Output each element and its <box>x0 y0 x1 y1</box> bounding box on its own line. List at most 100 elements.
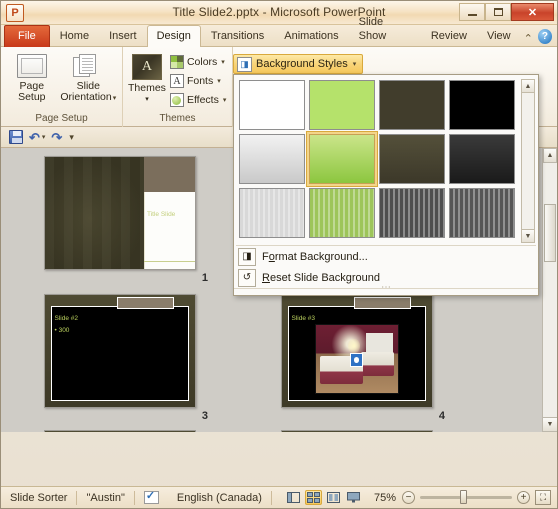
reset-background-icon: ↺ <box>238 268 256 287</box>
slide-thumbnail-3[interactable]: Slide #2 • 300 3 <box>1 294 238 422</box>
background-swatch-10[interactable] <box>309 188 375 238</box>
normal-view-button[interactable] <box>285 490 302 505</box>
background-swatch-4[interactable] <box>449 80 515 130</box>
reading-view-button[interactable] <box>325 490 342 505</box>
status-view-name: Slide Sorter <box>10 491 68 504</box>
background-swatch-7[interactable] <box>379 134 445 184</box>
themes-chevron-down-icon: ▾ <box>145 96 149 103</box>
theme-effects-button[interactable]: Effects ▾ <box>167 91 229 109</box>
chevron-down-icon: ▾ <box>41 134 46 141</box>
slide-3-tab <box>116 297 174 309</box>
background-swatch-5-preview <box>239 134 305 184</box>
sorter-scroll-down-icon[interactable]: ▼ <box>542 417 557 432</box>
chevron-down-icon: ▾ <box>352 61 357 68</box>
background-swatch-3-preview <box>379 80 445 130</box>
minimize-button[interactable] <box>459 3 485 21</box>
background-styles-label: Background Styles <box>256 58 348 70</box>
undo-icon: ↶ <box>29 129 40 145</box>
spellcheck-button[interactable] <box>135 487 168 509</box>
tab-file[interactable]: File <box>4 25 50 47</box>
theme-fonts-button[interactable]: A Fonts ▾ <box>167 72 229 90</box>
theme-fonts-icon: A <box>169 74 184 88</box>
background-swatch-1[interactable] <box>239 80 305 130</box>
tab-design[interactable]: Design <box>146 25 201 47</box>
background-swatch-12[interactable] <box>449 188 515 238</box>
background-swatch-4-preview <box>449 80 515 130</box>
background-swatch-8[interactable] <box>449 134 515 184</box>
slide-thumbnail-5[interactable] <box>1 430 238 432</box>
tab-review[interactable]: Review <box>421 25 477 47</box>
tab-view[interactable]: View <box>477 25 521 47</box>
slide-5-thumb[interactable] <box>43 430 196 432</box>
theme-effects-label: Effects <box>186 94 219 106</box>
zoom-slider[interactable]: − + ⛶ <box>402 490 557 505</box>
slide-show-view-button[interactable] <box>345 490 362 505</box>
background-swatch-11[interactable] <box>379 188 445 238</box>
slide-thumbnail-4[interactable]: Slide #3 4 <box>238 294 475 422</box>
zoom-in-button[interactable]: + <box>517 491 530 504</box>
themes-gallery-button[interactable]: A Themes ▾ <box>127 52 167 107</box>
chevron-down-icon: ▾ <box>69 131 74 142</box>
dropdown-resize-grip[interactable] <box>234 288 538 295</box>
slide-sorter-view-button[interactable] <box>304 490 322 505</box>
slide-6-thumb[interactable] <box>280 430 433 432</box>
page-setup-button[interactable]: Page Setup <box>5 52 59 105</box>
gallery-scrollbar[interactable]: ▲ ▼ <box>521 79 535 243</box>
tab-home[interactable]: Home <box>50 25 99 47</box>
status-language[interactable]: English (Canada) <box>168 487 271 509</box>
slide-orientation-button[interactable]: Slide Orientation▾ <box>59 52 118 106</box>
fit-window-icon[interactable]: ⛶ <box>535 490 551 505</box>
restore-button[interactable] <box>485 3 511 21</box>
tab-transitions[interactable]: Transitions <box>201 25 274 47</box>
zoom-handle[interactable] <box>460 490 467 504</box>
undo-button[interactable]: ↶ ▾ <box>29 131 45 144</box>
gallery-scroll-down-icon[interactable]: ▼ <box>521 229 535 243</box>
zoom-track[interactable] <box>420 490 512 504</box>
background-swatch-9-preview <box>239 188 305 238</box>
background-swatch-2[interactable] <box>309 80 375 130</box>
slide-1-underline <box>143 261 195 263</box>
slide-1-thumb[interactable]: Title Slide <box>43 156 196 270</box>
tab-animations[interactable]: Animations <box>274 25 348 47</box>
background-swatch-6[interactable] <box>309 134 375 184</box>
redo-button[interactable]: ↷ <box>51 131 62 144</box>
save-button[interactable] <box>9 130 23 144</box>
background-swatch-9[interactable] <box>239 188 305 238</box>
chevron-down-icon: ▾ <box>112 95 117 102</box>
sorter-scroll-thumb[interactable] <box>544 204 556 262</box>
slide-3-thumb[interactable]: Slide #2 • 300 <box>43 294 196 408</box>
themes-group-title: Themes <box>159 113 196 124</box>
gallery-scroll-up-icon[interactable]: ▲ <box>521 79 535 93</box>
chevron-down-icon: ▾ <box>222 97 227 104</box>
background-styles-button[interactable]: ◨ Background Styles ▾ <box>233 54 364 74</box>
menu-item-format-background[interactable]: ◨ Format Background... <box>234 246 538 267</box>
background-swatch-grid <box>239 80 534 238</box>
view-buttons <box>279 490 368 505</box>
slide-sorter-scrollbar[interactable]: ▲ ▼ <box>542 148 557 432</box>
theme-colors-button[interactable]: Colors ▾ <box>167 53 229 71</box>
slide-orientation-label-line2: Orientation▾ <box>60 92 116 104</box>
zoom-percent-label[interactable]: 75% <box>368 492 402 504</box>
tab-slide-show[interactable]: Slide Show <box>349 11 421 47</box>
slide-4-tab <box>353 297 411 309</box>
powerpoint-window: P Title Slide2.pptx - Microsoft PowerPoi… <box>0 0 558 509</box>
help-icon[interactable]: ? <box>537 29 552 44</box>
background-swatch-5[interactable] <box>239 134 305 184</box>
slide-thumbnail-1[interactable]: Title Slide 1 <box>1 156 238 284</box>
format-background-icon: ◨ <box>238 247 256 266</box>
slide-4-title-text: Slide #3 <box>291 315 316 322</box>
background-swatch-3[interactable] <box>379 80 445 130</box>
close-button[interactable]: ✕ <box>511 3 554 21</box>
background-swatch-6-preview <box>309 134 375 184</box>
minimize-icon <box>467 13 477 16</box>
slide-4-thumb[interactable]: Slide #3 <box>280 294 433 408</box>
slide-thumbnail-6[interactable] <box>238 430 475 432</box>
slide-1-title-text: Title Slide <box>147 210 176 218</box>
customize-qat-button[interactable]: ▾ <box>68 132 74 143</box>
sorter-scroll-up-icon[interactable]: ▲ <box>543 148 557 163</box>
tab-insert[interactable]: Insert <box>99 25 147 47</box>
zoom-out-button[interactable]: − <box>402 491 415 504</box>
background-swatch-12-preview <box>449 188 515 238</box>
background-styles-gallery: ▲ ▼ <box>234 75 538 243</box>
minimize-ribbon-icon[interactable]: ⌃ <box>521 30 536 46</box>
